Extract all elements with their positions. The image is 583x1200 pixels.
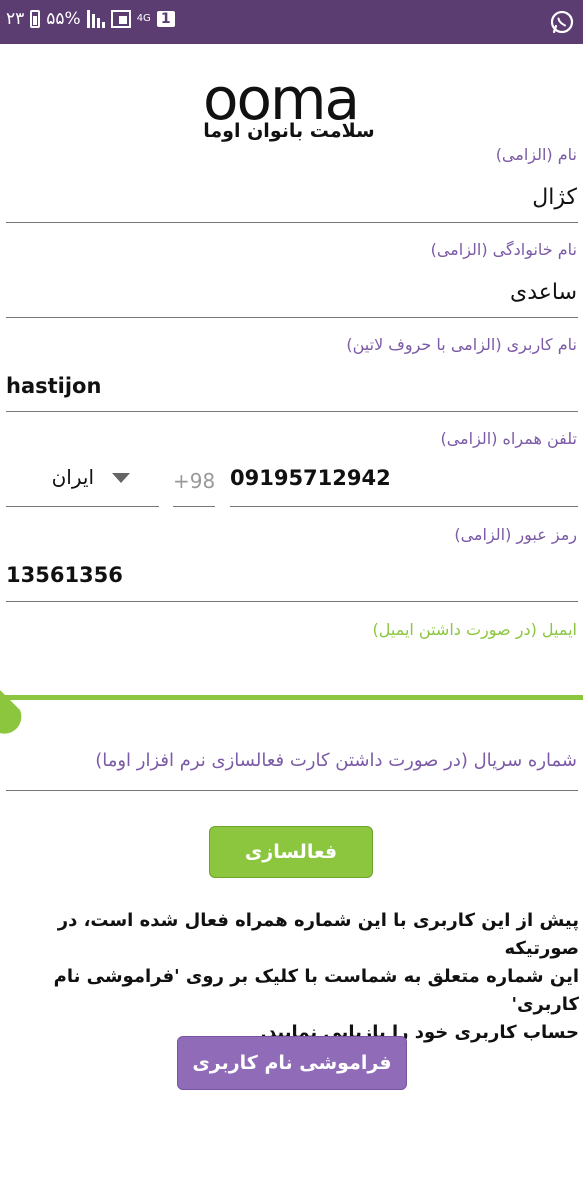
forgot-username-button[interactable]: فراموشی نام کاربری [177,1036,407,1090]
username-field[interactable]: hastijon [6,374,101,398]
phone-label: تلفن همراه (الزامی) [440,429,577,448]
password-underline [6,601,578,602]
logo-subtitle: سلامت بانوان اوما [203,120,375,142]
whatsapp-icon [550,10,574,34]
password-label: رمز عبور (الزامی) [454,525,577,544]
email-label: ایمیل (در صورت داشتن ایمیل) [372,620,578,639]
phone-field[interactable]: 09195712942 [230,466,391,490]
country-name: ایران [51,465,94,489]
status-left: ۲۳ ۵۵% 4G 1 [6,9,175,29]
status-bar: ۲۳ ۵۵% 4G 1 [0,0,583,44]
username-label: نام کاربری (الزامی با حروف لاتین) [346,335,577,354]
activate-button[interactable]: فعالسازی [209,826,373,878]
country-underline [6,506,159,507]
last-name-label: نام خانوادگی (الزامی) [430,240,577,259]
username-underline [6,411,578,412]
phone-underline [230,506,578,507]
sim-signal-icon [110,10,131,28]
text-cursor-handle[interactable] [0,688,24,736]
status-time: ۲۳ [6,9,25,29]
code-underline [173,506,215,507]
email-underline-focused [0,695,583,700]
battery-percent: ۵۵% [46,9,81,29]
password-field[interactable]: 13561356 [6,563,123,587]
email-field[interactable] [5,660,577,688]
first-name-label: نام (الزامی) [495,145,577,164]
last-name-underline [6,317,578,318]
chevron-down-icon [112,473,130,483]
network-type: 4G [136,13,151,24]
sim-slot-badge: 1 [156,11,175,27]
first-name-underline [6,222,578,223]
country-code: +98 [173,469,216,493]
serial-underline [6,790,578,791]
battery-icon [30,10,41,28]
signal-icon [86,10,105,28]
country-select[interactable]: ایران [6,455,159,507]
first-name-field[interactable]: کژال [532,185,577,210]
last-name-field[interactable]: ساعدی [510,280,577,305]
info-message: پیش از این کاربری با این شماره همراه فعا… [53,910,579,1043]
serial-input[interactable]: شماره سریال (در صورت داشتن کارت فعالسازی… [95,750,577,771]
